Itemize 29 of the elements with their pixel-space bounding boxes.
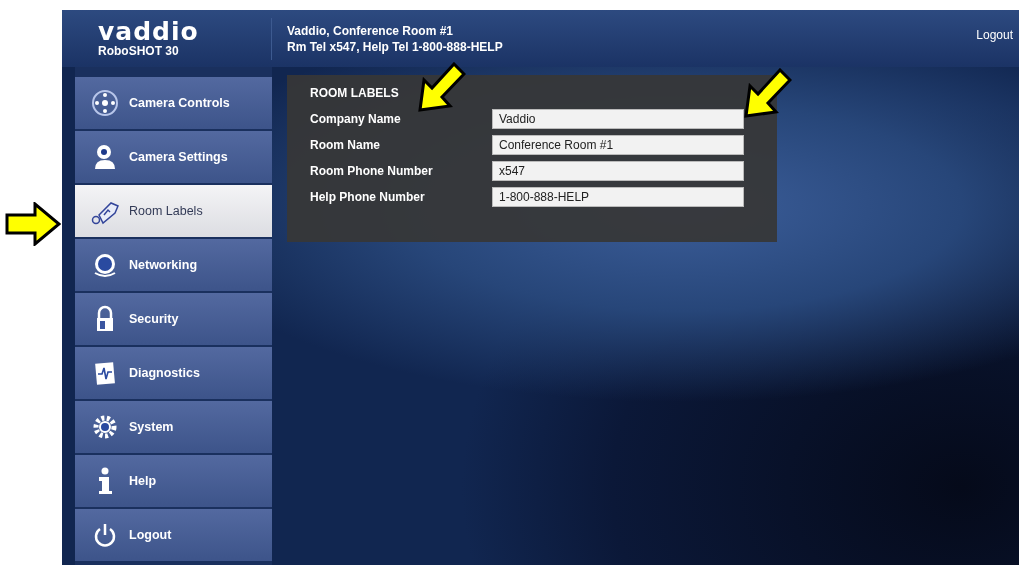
sidebar-item[interactable]: Camera Controls <box>75 77 272 129</box>
pointer-arrow-icon <box>418 62 466 112</box>
input-field[interactable]: 1-800-888-HELP <box>492 187 744 207</box>
logo: vaddio <box>98 19 200 44</box>
sidebar-item[interactable]: Security <box>75 293 272 345</box>
gear-icon <box>91 413 119 441</box>
header-title: Vaddio, Conference Room #1 <box>287 22 455 39</box>
logout-link[interactable]: Logout <box>976 28 1013 42</box>
input-field[interactable]: x547 <box>492 161 744 181</box>
sidebar-item[interactable]: Help <box>75 455 272 507</box>
sidebar-item[interactable]: Room Labels <box>75 185 272 237</box>
sidebar-item[interactable]: Camera Settings <box>75 131 272 183</box>
field-label: Help Phone Number <box>310 190 426 204</box>
dots-circle-icon <box>91 89 119 117</box>
pointer-arrow-icon <box>5 202 61 246</box>
info-icon <box>98 467 113 495</box>
model-name: RoboSHOT 30 <box>98 43 180 58</box>
sidebar-item[interactable]: Logout <box>75 509 272 561</box>
panel-title: ROOM LABELS <box>310 85 400 102</box>
header-subtitle: Rm Tel x547, Help Tel 1-800-888-HELP <box>287 38 504 55</box>
field-label: Room Phone Number <box>310 164 434 178</box>
pointer-arrow-icon <box>744 68 792 118</box>
sidebar-item[interactable]: System <box>75 401 272 453</box>
field-label: Company Name <box>310 112 402 126</box>
input-field[interactable]: Vaddio <box>492 109 744 129</box>
field-label: Room Name <box>310 138 381 152</box>
sidebar-item[interactable]: Networking <box>75 239 272 291</box>
input-field[interactable]: Conference Room #1 <box>492 135 744 155</box>
sidebar-item[interactable]: Diagnostics <box>75 347 272 399</box>
